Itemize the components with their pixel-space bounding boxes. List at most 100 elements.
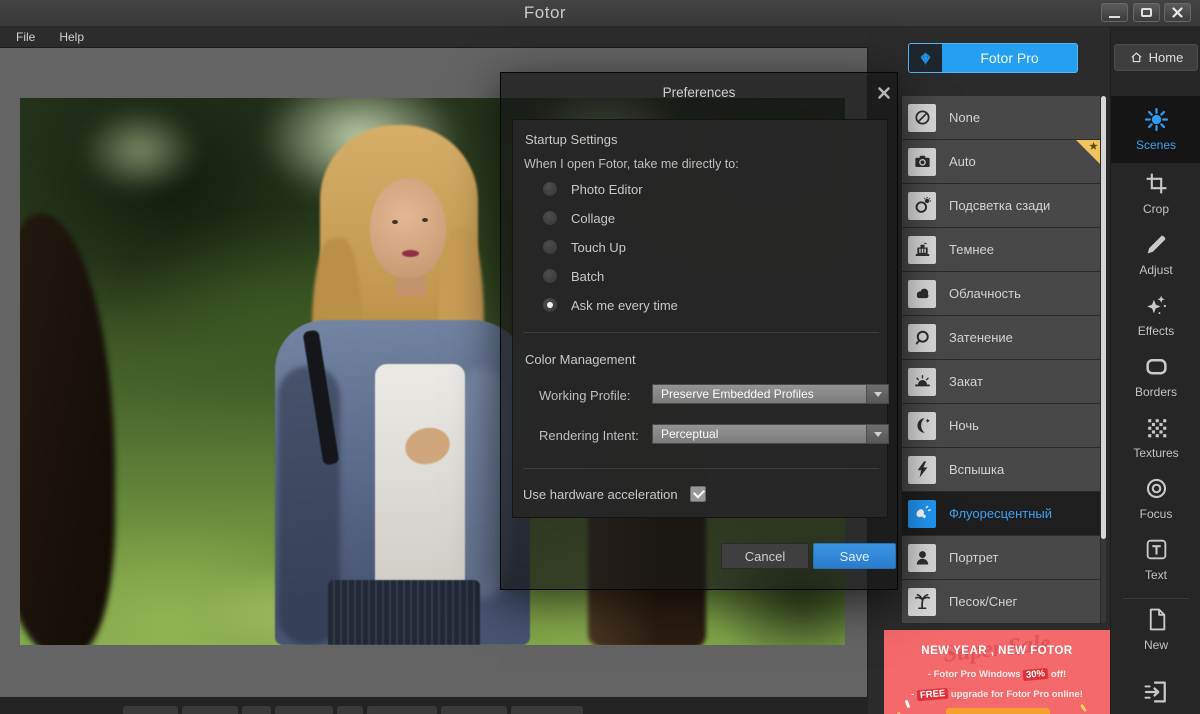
bottom-toolbar-button[interactable] (182, 706, 238, 714)
bottom-toolbar-button[interactable] (367, 706, 437, 714)
scene-item-fluorescent[interactable]: Флуоресцентный (902, 492, 1100, 535)
startup-settings-subheading: When I open Fotor, take me directly to: (524, 157, 739, 171)
sidebar-item-borders[interactable]: Borders (1111, 354, 1200, 399)
promo-line-1: - Fotor Pro Windows 30% off! (927, 667, 1067, 682)
bottom-toolbar-button[interactable] (511, 706, 583, 714)
darker-icon (908, 235, 936, 264)
scene-item-sunset[interactable]: Закат (902, 360, 1100, 403)
bottom-toolbar-button[interactable] (123, 706, 178, 714)
focus-icon (1146, 478, 1166, 499)
sidebar-item-textures[interactable]: Textures (1111, 415, 1200, 460)
tools-sidebar: Home Scenes Crop Adjust Effects Borders … (1110, 27, 1200, 714)
fotor-app-window: Fotor File Help Fotor Pro None Auto Подс… (0, 0, 1200, 714)
radio-photo-editor[interactable]: Photo Editor (542, 181, 643, 197)
scene-scrollbar-thumb[interactable] (1101, 96, 1106, 539)
night-icon (908, 411, 936, 440)
sidebar-item-import[interactable] (1111, 677, 1200, 707)
sidebar-item-scenes[interactable]: Scenes (1111, 96, 1200, 163)
radio-circle[interactable] (542, 268, 558, 284)
divider (523, 332, 879, 333)
radio-circle[interactable] (542, 210, 558, 226)
portrait-icon (908, 543, 936, 572)
bottom-toolbar-button[interactable] (242, 706, 271, 714)
working-profile-dropdown[interactable]: Preserve Embedded Profiles (652, 384, 889, 404)
close-icon (1172, 7, 1183, 18)
star-icon (1089, 141, 1098, 150)
radio-touch-up[interactable]: Touch Up (542, 239, 626, 255)
border-icon (1145, 359, 1167, 375)
hardware-acceleration-label: Use hardware acceleration (523, 486, 678, 502)
fotor-pro-label: Fotor Pro (980, 50, 1039, 66)
radio-batch[interactable]: Batch (542, 268, 604, 284)
sidebar-item-new[interactable]: New (1111, 607, 1200, 652)
radio-ask-every-time[interactable]: Ask me every time (542, 297, 678, 313)
scene-list: None Auto Подсветка сзади Темнее Облачно… (902, 96, 1100, 624)
bottom-toolbar-button[interactable] (275, 706, 333, 714)
confetti-decoration (904, 699, 911, 709)
scene-item-flash[interactable]: Вспышка (902, 448, 1100, 491)
scene-item-none[interactable]: None (902, 96, 1100, 139)
scenes-panel: Fotor Pro None Auto Подсветка сзади Темн… (868, 27, 1110, 714)
hardware-acceleration-row: Use hardware acceleration (523, 486, 706, 502)
rendering-intent-dropdown[interactable]: Perceptual (652, 424, 889, 444)
sidebar-item-adjust[interactable]: Adjust (1111, 232, 1200, 277)
scene-item-shade[interactable]: Затенение (902, 316, 1100, 359)
window-title: Fotor (523, 3, 567, 22)
save-button[interactable]: Save (813, 543, 896, 569)
dialog-close-button[interactable] (876, 85, 892, 101)
chevron-down-icon[interactable] (866, 385, 888, 403)
camera-icon (908, 147, 936, 176)
dialog-title: Preferences (662, 85, 736, 100)
maximize-button[interactable] (1133, 3, 1160, 22)
scene-item-portrait[interactable]: Портрет (902, 536, 1100, 579)
minimize-icon (1109, 15, 1120, 18)
shade-icon (908, 323, 936, 352)
radio-collage[interactable]: Collage (542, 210, 615, 226)
text-icon (1146, 539, 1166, 560)
sidebar-item-text[interactable]: Text (1111, 537, 1200, 582)
menu-file[interactable]: File (0, 27, 47, 48)
palm-icon (908, 587, 936, 616)
diamond-icon (909, 44, 942, 72)
scene-item-sand-snow[interactable]: Песок/Снег (902, 580, 1100, 623)
fluorescent-icon (908, 499, 936, 528)
radio-circle[interactable] (542, 297, 558, 313)
promo-banner[interactable]: Super Sale NEW YEAR , NEW FOTOR - Fotor … (884, 630, 1110, 714)
scene-item-darker[interactable]: Темнее (902, 228, 1100, 271)
bottom-toolbar-button[interactable] (337, 706, 363, 714)
menu-help[interactable]: Help (47, 27, 96, 48)
maximize-icon (1141, 8, 1152, 17)
bottom-toolbar-button[interactable] (441, 706, 507, 714)
promo-title: NEW YEAR , NEW FOTOR (921, 645, 1073, 657)
new-file-icon (1149, 608, 1165, 631)
home-icon (1131, 52, 1142, 63)
scene-item-night[interactable]: Ночь (902, 404, 1100, 447)
minimize-button[interactable] (1101, 3, 1128, 22)
cloudy-icon (908, 279, 936, 308)
import-icon (1144, 681, 1166, 703)
close-button[interactable] (1164, 3, 1191, 22)
color-management-heading: Color Management (525, 352, 636, 367)
promo-cta-button[interactable] (946, 708, 1050, 714)
crop-icon (1146, 173, 1166, 194)
cancel-button[interactable]: Cancel (721, 543, 809, 569)
scene-item-auto[interactable]: Auto (902, 140, 1100, 183)
sidebar-divider (1123, 598, 1189, 599)
hardware-acceleration-checkbox[interactable] (689, 486, 706, 502)
home-button[interactable]: Home (1114, 44, 1198, 71)
scene-item-backlight[interactable]: Подсветка сзади (902, 184, 1100, 227)
promo-30-badge: 30% (1022, 667, 1049, 682)
fotor-pro-button[interactable]: Fotor Pro (908, 43, 1078, 73)
sparkles-icon (1146, 295, 1166, 315)
radio-circle[interactable] (542, 181, 558, 197)
working-profile-label: Working Profile: (539, 388, 631, 403)
sidebar-item-crop[interactable]: Crop (1111, 171, 1200, 216)
radio-circle[interactable] (542, 239, 558, 255)
chevron-down-icon[interactable] (866, 425, 888, 443)
promo-line-2: - FREE upgrade for Fotor Pro online! (911, 687, 1083, 702)
sidebar-item-effects[interactable]: Effects (1111, 293, 1200, 338)
texture-icon (1147, 419, 1166, 438)
scene-item-cloudy[interactable]: Облачность (902, 272, 1100, 315)
sidebar-item-focus[interactable]: Focus (1111, 476, 1200, 521)
scene-scrollbar-track (1101, 96, 1106, 623)
